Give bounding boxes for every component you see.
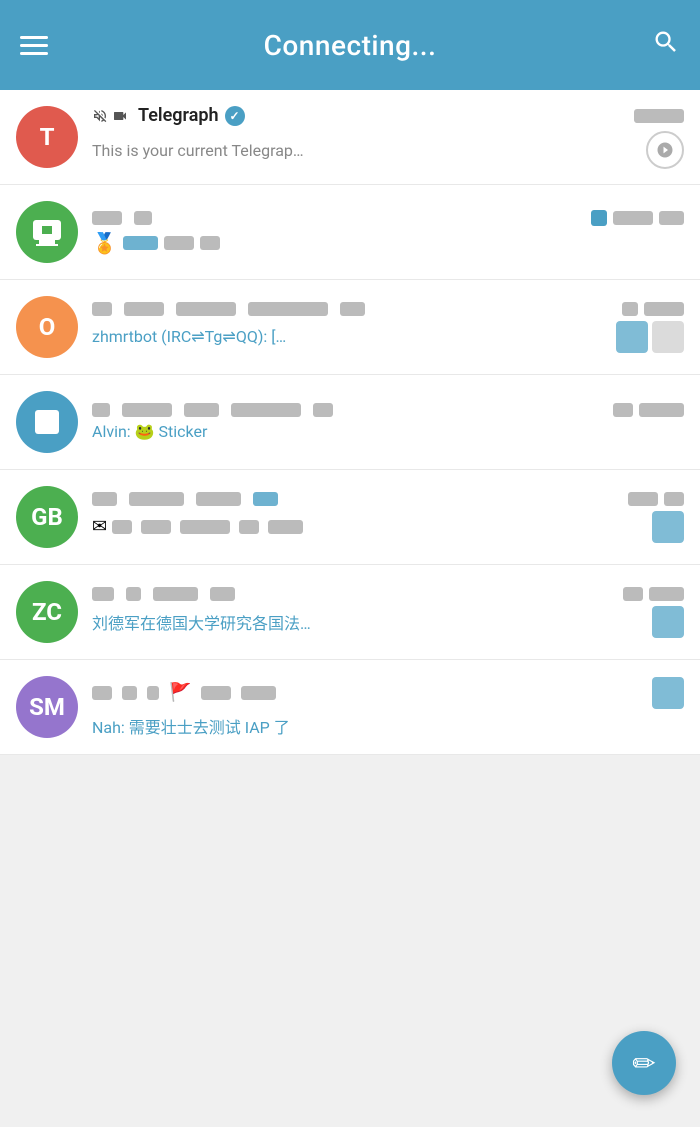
chat-body: 🚩 Nah: 需要壮士去测试 IAP 了 (92, 677, 684, 738)
verified-badge (225, 106, 245, 126)
list-item[interactable]: 🏅 (0, 185, 700, 280)
chat-preview: Nah: 需要壮士去测试 IAP 了 (92, 714, 684, 738)
list-item[interactable]: T Telegraph (0, 90, 700, 185)
chat-meta (622, 302, 684, 316)
time-blur (634, 109, 684, 123)
hamburger-menu-button[interactable] (20, 36, 48, 55)
camera-icon (112, 108, 128, 124)
unread-badge (652, 677, 684, 709)
list-item[interactable]: SM 🚩 Nah: 需要壮士去测试 IAP 了 (0, 660, 700, 755)
avatar (16, 391, 78, 453)
compose-fab-button[interactable]: ✏ (612, 1031, 676, 1095)
email-icon: ✉ (92, 516, 107, 537)
avatar-icon (29, 214, 65, 250)
chat-meta (613, 403, 684, 417)
chat-name: Telegraph (138, 105, 219, 126)
chat-meta (623, 587, 684, 601)
search-icon[interactable] (652, 28, 680, 63)
chat-preview: Alvin: 🐸 Sticker (92, 422, 684, 441)
chat-body: 🏅 (92, 210, 684, 255)
chat-body: 刘德军在德国大学研究各国法… (92, 587, 684, 638)
emoji-icon: 🏅 (92, 231, 117, 255)
chat-preview: This is your current Telegrap… (92, 141, 638, 160)
top-bar: Connecting... (0, 0, 700, 90)
unread-badge (652, 606, 684, 638)
list-item[interactable]: O zhmrtbot (IRC⇌Tg⇌QQ): [… (0, 280, 700, 375)
chat-meta (591, 210, 684, 226)
chat-list: T Telegraph (0, 90, 700, 755)
avatar-shape (35, 410, 59, 434)
header-title: Connecting... (264, 29, 437, 62)
list-item[interactable]: GB ✉ (0, 470, 700, 565)
list-item[interactable]: Alvin: 🐸 Sticker (0, 375, 700, 470)
chat-preview: zhmrtbot (IRC⇌Tg⇌QQ): [… (92, 327, 608, 346)
share-button[interactable] (646, 131, 684, 169)
edit-icon: ✏ (632, 1047, 655, 1080)
avatar: O (16, 296, 78, 358)
chat-meta (652, 677, 684, 709)
avatar: GB (16, 486, 78, 548)
chat-meta (628, 492, 684, 506)
avatar: ZC (16, 581, 78, 643)
unread-badge (652, 511, 684, 543)
chat-body: zhmrtbot (IRC⇌Tg⇌QQ): [… (92, 302, 684, 353)
unread-icon (616, 321, 648, 353)
name-icons (92, 108, 128, 124)
muted-icon (652, 321, 684, 353)
chat-body: Alvin: 🐸 Sticker (92, 403, 684, 441)
chat-preview: 刘德军在德国大学研究各国法… (92, 610, 644, 634)
avatar (16, 201, 78, 263)
avatar: SM (16, 676, 78, 738)
chat-meta (634, 109, 684, 123)
mute-icon (92, 108, 108, 124)
list-item[interactable]: ZC 刘德军在德国大学研究各国法… (0, 565, 700, 660)
chat-body: ✉ (92, 492, 684, 543)
preview-row: ✉ (92, 516, 652, 537)
unread-area (616, 321, 684, 353)
chat-body: Telegraph This is your current Telegrap… (92, 105, 684, 169)
flag-icon: 🚩 (169, 682, 191, 703)
avatar: T (16, 106, 78, 168)
